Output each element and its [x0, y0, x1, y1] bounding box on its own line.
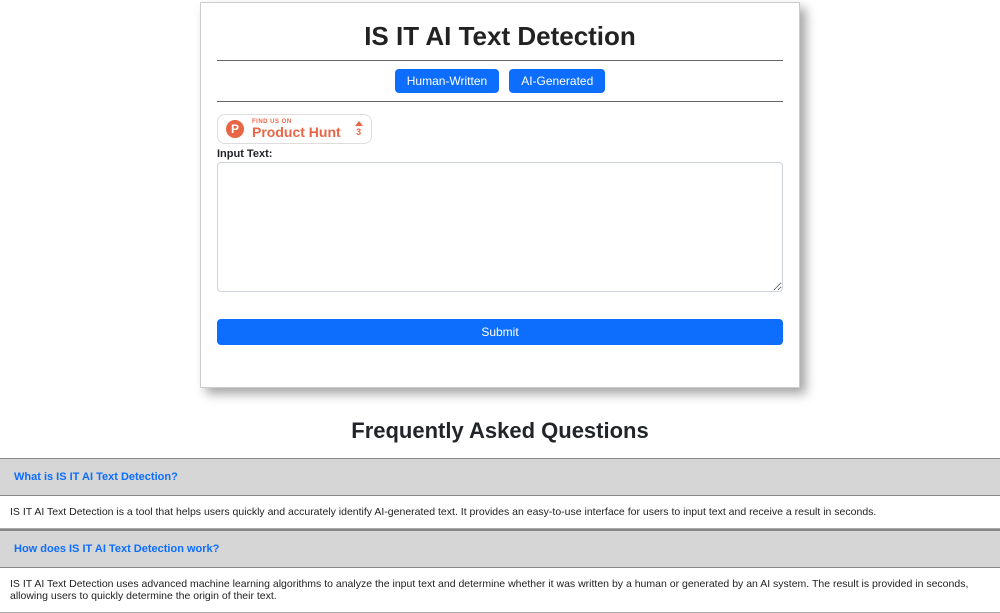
divider-top	[217, 60, 783, 61]
main-card: IS IT AI Text Detection Human-Written AI…	[200, 2, 800, 388]
input-text-label: Input Text:	[217, 148, 783, 160]
page-title: IS IT AI Text Detection	[217, 21, 783, 52]
faq-heading: Frequently Asked Questions	[0, 418, 1000, 444]
divider-bottom	[217, 101, 783, 102]
product-hunt-brand-label: Product Hunt	[252, 125, 341, 139]
submit-button[interactable]: Submit	[217, 319, 783, 345]
faq-answer-1: IS IT AI Text Detection is a tool that h…	[0, 496, 1000, 529]
faq-answer-2: IS IT AI Text Detection uses advanced ma…	[0, 568, 1000, 613]
human-written-button[interactable]: Human-Written	[395, 69, 499, 93]
upvote-triangle-icon	[355, 121, 363, 126]
faq-question-1[interactable]: What is IS IT AI Text Detection?	[0, 458, 1000, 496]
product-hunt-count: 3	[356, 128, 361, 137]
faq-question-2[interactable]: How does IS IT AI Text Detection work?	[0, 529, 1000, 568]
ai-generated-button[interactable]: AI-Generated	[509, 69, 605, 93]
product-hunt-badge[interactable]: P FIND US ON Product Hunt 3	[217, 114, 372, 144]
product-hunt-upvote: 3	[355, 121, 363, 137]
faq-section: What is IS IT AI Text Detection? IS IT A…	[0, 458, 1000, 613]
product-hunt-logo-icon: P	[226, 120, 244, 138]
product-hunt-text: FIND US ON Product Hunt	[252, 119, 341, 139]
input-text-field[interactable]	[217, 162, 783, 292]
mode-buttons-row: Human-Written AI-Generated	[217, 69, 783, 93]
